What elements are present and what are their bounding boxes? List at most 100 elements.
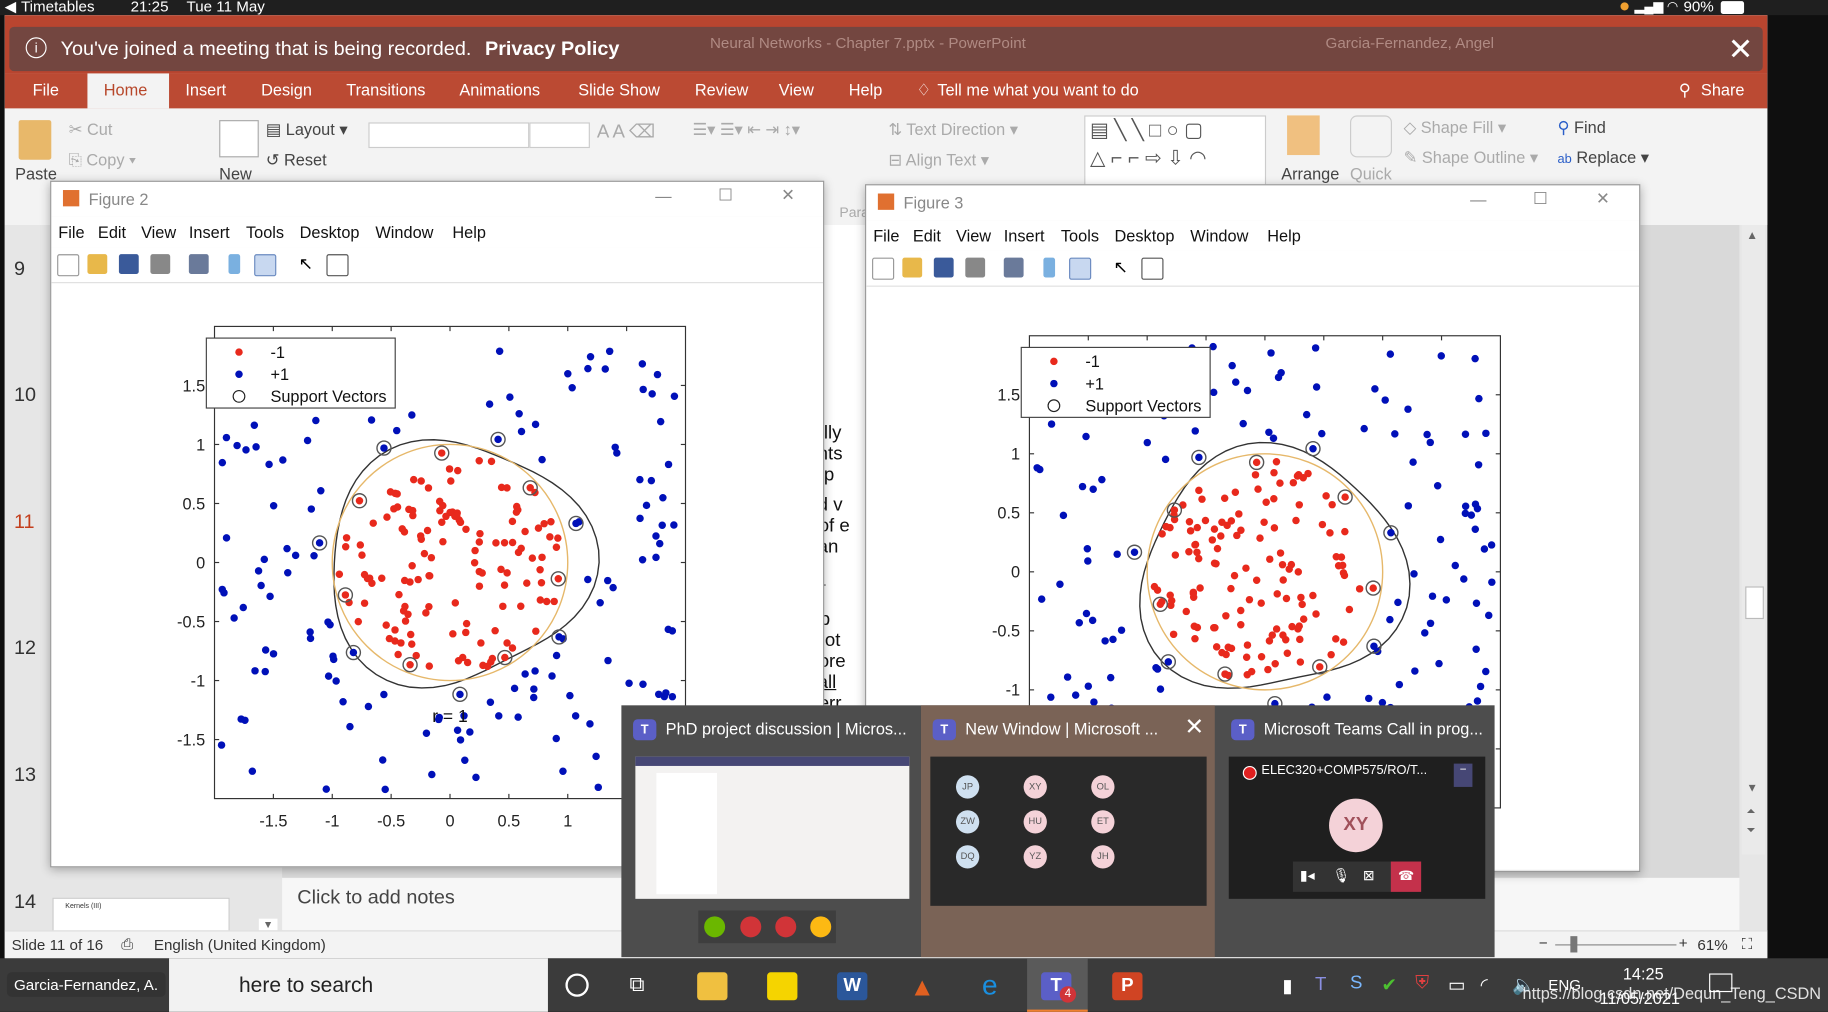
zoom-out-button[interactable]: − xyxy=(1539,934,1548,951)
tab-review[interactable]: Review xyxy=(695,80,749,99)
open-file-icon[interactable] xyxy=(902,257,923,278)
maximize-button[interactable]: ☐ xyxy=(1533,189,1548,209)
pointer-icon[interactable]: ↖ xyxy=(1113,258,1133,278)
tab-design[interactable]: Design xyxy=(261,80,312,99)
font-name-dropdown[interactable] xyxy=(368,122,530,149)
shield-check-icon[interactable]: ✔ xyxy=(1381,973,1397,996)
previous-slide-icon[interactable]: ⏶ xyxy=(1746,806,1755,819)
teams-tray-icon[interactable]: T xyxy=(1315,975,1326,996)
arrange-button[interactable]: Arrange xyxy=(1281,164,1339,183)
tab-view[interactable]: View xyxy=(779,80,814,99)
scroll-down-icon[interactable]: ▼ xyxy=(1746,782,1758,795)
zoom-level[interactable]: 61% xyxy=(1697,936,1727,953)
menu-edit[interactable]: Edit xyxy=(913,226,941,245)
preview-tile-new-window[interactable]: T New Window | Microsoft ... ✕ JP XY OL ZW H… xyxy=(920,705,1215,958)
fit-to-window-icon[interactable]: ⛶ xyxy=(1742,935,1753,954)
new-figure-icon[interactable] xyxy=(57,254,80,277)
quick-styles-button[interactable]: Quick xyxy=(1350,164,1392,183)
battery-tray-icon[interactable]: ▭ xyxy=(1448,973,1466,996)
menu-file[interactable]: File xyxy=(58,223,84,242)
share-screen-icon[interactable]: ⊠ xyxy=(1363,867,1375,883)
print-icon[interactable] xyxy=(150,254,171,274)
menu-window[interactable]: Window xyxy=(375,223,433,242)
slide-scrollbar[interactable]: ▲ ▼ ⏶ ⏷ xyxy=(1741,225,1766,855)
maximize-button[interactable]: ☐ xyxy=(718,185,733,205)
menu-view[interactable]: View xyxy=(956,226,991,245)
hang-up-button[interactable]: ☎ xyxy=(1390,861,1422,892)
slide-number[interactable]: 14 xyxy=(14,891,36,914)
save-icon[interactable] xyxy=(933,257,954,278)
colorbar-icon[interactable] xyxy=(228,254,241,274)
share-button[interactable]: Share xyxy=(1701,80,1745,99)
search-box[interactable]: here to search xyxy=(169,958,548,1012)
link-plot-icon[interactable] xyxy=(1003,257,1024,278)
next-slide-icon[interactable]: ⏷ xyxy=(1746,824,1755,837)
slide-number[interactable]: 12 xyxy=(14,637,36,660)
tab-animations[interactable]: Animations xyxy=(459,80,540,99)
close-button[interactable]: ✕ xyxy=(1596,189,1610,209)
property-editor-icon[interactable] xyxy=(326,254,349,277)
camera-icon[interactable]: ▮◂ xyxy=(1300,867,1315,883)
legend-icon[interactable] xyxy=(254,254,277,277)
wifi-tray-icon[interactable]: ◜ xyxy=(1481,973,1488,996)
tell-me-search[interactable]: Tell me what you want to do xyxy=(937,80,1138,99)
slide-number[interactable]: 10 xyxy=(14,384,36,407)
new-figure-icon[interactable] xyxy=(872,257,895,280)
save-icon[interactable] xyxy=(118,254,139,274)
replace-button[interactable]: ab Replace ▾ xyxy=(1558,148,1649,168)
menu-desktop[interactable]: Desktop xyxy=(1115,226,1175,245)
property-editor-icon[interactable] xyxy=(1141,257,1164,280)
taskbar-clock[interactable]: 14:25 xyxy=(1623,964,1664,983)
layout-button[interactable]: ▤ Layout ▾ xyxy=(266,120,348,140)
status-away-icon[interactable] xyxy=(810,916,832,938)
font-grow-shrink-icon[interactable]: A A ⌫ xyxy=(597,120,656,143)
menu-insert[interactable]: Insert xyxy=(189,223,230,242)
scroll-up-icon[interactable]: ▲ xyxy=(1746,230,1758,243)
teams-taskbar-button[interactable]: T 4 xyxy=(1027,958,1088,1012)
notes-placeholder[interactable]: Click to add notes xyxy=(297,886,455,909)
copy-button[interactable]: ⎘ Copy ▾ xyxy=(69,150,136,170)
tab-home[interactable]: Home xyxy=(87,73,170,109)
menu-insert[interactable]: Insert xyxy=(1004,226,1045,245)
minimize-call-icon[interactable]: − xyxy=(1453,763,1473,787)
cut-button[interactable]: ✂ Cut xyxy=(69,120,113,140)
reset-button[interactable]: ↺ Reset xyxy=(266,150,327,170)
shapes-gallery[interactable]: ▤ ╲ ╲ □ ○ ▢ △ ⌐ ⌐ ⇨ ⇩ ◠ xyxy=(1084,115,1267,191)
security-tray-icon[interactable]: S xyxy=(1350,973,1362,994)
slide-number-current[interactable]: 11 xyxy=(14,511,35,534)
shape-outline-button[interactable]: ✎ Shape Outline ▾ xyxy=(1404,148,1538,168)
menu-tools[interactable]: Tools xyxy=(246,223,284,242)
zoom-in-button[interactable]: + xyxy=(1679,934,1688,951)
link-plot-icon[interactable] xyxy=(188,254,209,274)
matlab-icon[interactable]: ▲ xyxy=(907,972,937,1001)
print-icon[interactable] xyxy=(965,257,986,278)
open-file-icon[interactable] xyxy=(87,254,108,274)
arrange-icon[interactable] xyxy=(1287,115,1320,156)
cortana-icon[interactable] xyxy=(565,973,589,997)
powerpoint-icon[interactable]: P xyxy=(1112,972,1143,1001)
shape-fill-button[interactable]: ◇ Shape Fill ▾ xyxy=(1404,118,1506,138)
spelling-icon[interactable]: ⎙ xyxy=(121,935,133,954)
status-available-icon[interactable] xyxy=(704,916,726,938)
menu-tools[interactable]: Tools xyxy=(1061,226,1099,245)
privacy-policy-link[interactable]: Privacy Policy xyxy=(485,37,619,60)
preview-tile-teams-call[interactable]: T Microsoft Teams Call in prog... ELEC32… xyxy=(1219,705,1494,957)
tab-slide-show[interactable]: Slide Show xyxy=(578,80,660,99)
file-explorer-icon[interactable] xyxy=(697,972,728,1001)
status-busy-icon[interactable] xyxy=(740,916,762,938)
task-view-icon[interactable]: ⧉ xyxy=(630,972,645,996)
menu-edit[interactable]: Edit xyxy=(98,223,126,242)
tab-transitions[interactable]: Transitions xyxy=(346,80,425,99)
status-dnd-icon[interactable] xyxy=(775,916,797,938)
tab-help[interactable]: Help xyxy=(849,80,883,99)
slide-number[interactable]: 13 xyxy=(14,764,36,787)
legend-icon[interactable] xyxy=(1069,257,1092,280)
microphone-icon[interactable]: 🎙 xyxy=(1333,867,1351,883)
list-buttons-icon[interactable]: ☰▾ ☰▾ ⇤ ⇥ ↕▾ xyxy=(692,120,799,140)
microphone-tray-icon[interactable]: ▮ xyxy=(1282,975,1292,998)
pointer-icon[interactable]: ↖ xyxy=(298,254,318,274)
align-text-button[interactable]: ⊟ Align Text ▾ xyxy=(888,150,989,170)
new-slide-icon[interactable] xyxy=(219,120,259,158)
back-label[interactable]: Timetables xyxy=(21,0,95,14)
word-icon[interactable]: W xyxy=(837,972,868,1001)
